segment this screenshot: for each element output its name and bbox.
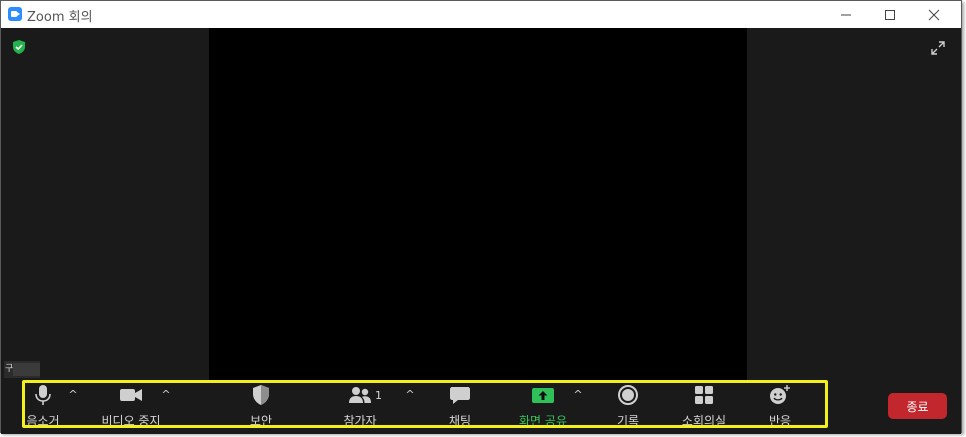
window-title: Zoom 회의 [27,10,93,25]
security-label: 보안 [249,414,273,428]
participant-name-tag: 구 [4,361,40,378]
microphone-icon [35,385,51,405]
end-meeting-button[interactable]: 종료 [888,393,947,419]
zoom-camera-icon [8,7,22,21]
record-icon [618,385,638,405]
maximize-icon [885,9,895,20]
grid-icon [695,386,713,404]
record-label: 기록 [616,414,640,428]
shield-icon [253,385,269,405]
participants-count: 1 [375,389,382,402]
shield-check-icon[interactable] [11,39,27,55]
share-screen-icon [532,388,554,403]
smiley-add-icon [770,385,790,404]
zoom-window: Zoom 회의 구 음소거 ^ 비디오 중지 ^ 보안 참가자 1 ^ 채팅 화… [0,0,962,434]
share-screen-button[interactable]: 화면 공유 [519,384,567,428]
minimize-button[interactable] [824,1,868,28]
share-screen-label: 화면 공유 [519,414,567,428]
minimize-icon [841,14,851,15]
stop-video-label: 비디오 중지 [101,414,161,428]
stop-video-button[interactable]: 비디오 중지 [101,384,161,428]
breakout-rooms-label: 소회의실 [681,414,727,428]
close-button[interactable] [912,1,956,28]
reactions-label: 반응 [768,414,792,428]
maximize-button[interactable] [868,1,912,28]
chat-bubble-icon [450,387,470,404]
security-button[interactable]: 보안 [247,384,275,428]
chat-label: 채팅 [448,414,472,428]
share-options-caret[interactable]: ^ [572,389,584,400]
video-camera-icon [120,389,142,401]
participants-options-caret[interactable]: ^ [404,389,416,400]
reactions-button[interactable]: 반응 [765,384,795,428]
mute-options-caret[interactable]: ^ [67,389,79,400]
breakout-rooms-button[interactable]: 소회의실 [682,384,726,428]
close-icon [928,9,940,20]
title-bar: Zoom 회의 [1,1,961,28]
expand-icon[interactable] [929,39,947,57]
video-options-caret[interactable]: ^ [160,389,172,400]
mute-button[interactable]: 음소거 [26,384,60,428]
mute-label: 음소거 [26,414,60,428]
participants-label: 참가자 [343,414,377,428]
chat-button[interactable]: 채팅 [445,384,475,428]
participant-name-redacted [13,363,40,376]
video-stage [209,28,747,380]
record-button[interactable]: 기록 [613,384,643,428]
people-icon [349,387,371,403]
participants-button[interactable]: 참가자 [343,384,377,428]
